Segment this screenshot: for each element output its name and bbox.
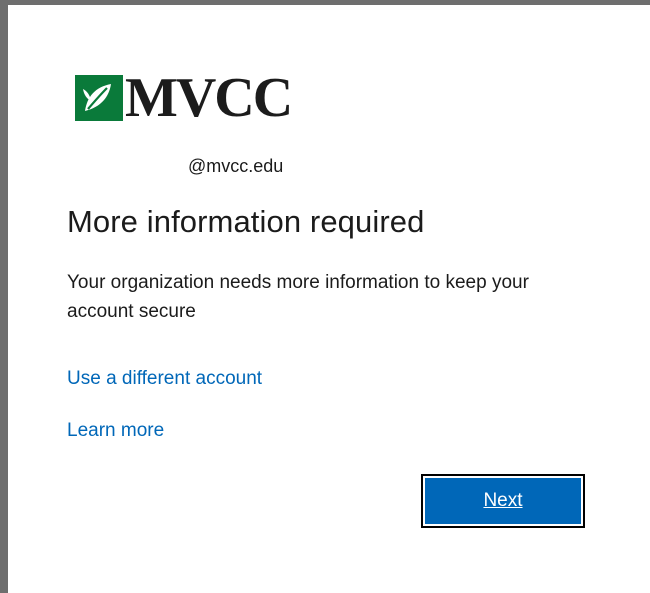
- mvcc-logo: MVCC: [75, 67, 293, 129]
- logo-text: MVCC: [125, 67, 293, 129]
- use-different-account-link[interactable]: Use a different account: [67, 368, 262, 390]
- window-frame-left: [0, 0, 8, 593]
- account-identity: @mvcc.edu: [188, 156, 284, 176]
- learn-more-link[interactable]: Learn more: [67, 420, 164, 442]
- next-button[interactable]: Next: [421, 474, 585, 528]
- page-title: More information required: [67, 204, 425, 239]
- description-text: Your organization needs more information…: [67, 272, 529, 322]
- leaf-logo-icon: [75, 75, 123, 121]
